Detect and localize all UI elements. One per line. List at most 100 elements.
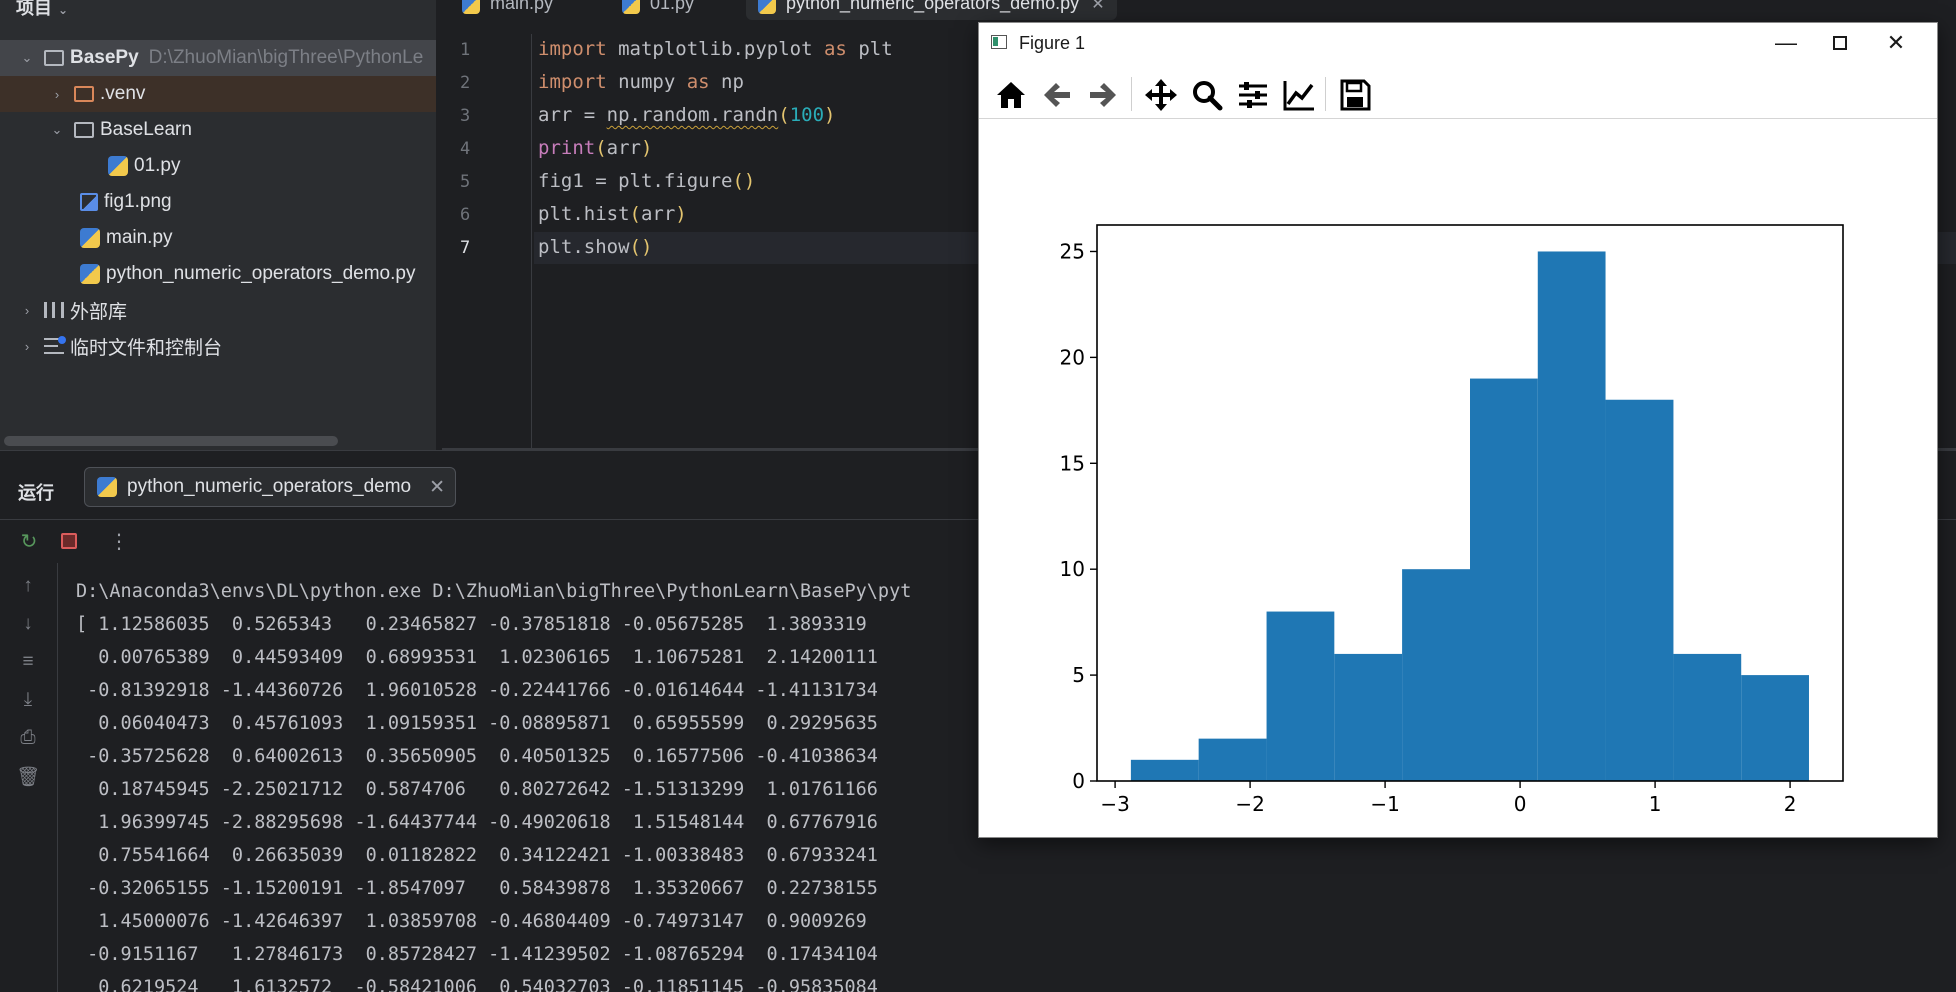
y-tick-label: 15 [1060, 451, 1085, 475]
maximize-button[interactable] [1815, 27, 1865, 59]
folder-icon [74, 122, 94, 138]
trash-icon[interactable]: 🗑 [16, 765, 40, 789]
code-token: plt [846, 38, 893, 60]
close-icon[interactable]: ✕ [1091, 0, 1104, 14]
console-line: 0.06040473 0.45761093 1.09159351 -0.0889… [76, 713, 878, 734]
tab-label: main.py [490, 0, 554, 13]
pan-icon[interactable] [1143, 77, 1179, 113]
x-tick-label: −1 [1370, 792, 1399, 816]
run-config-tab[interactable]: python_numeric_operators_demo ✕ [84, 467, 456, 507]
code-token: 100 [789, 104, 825, 126]
minimize-button[interactable]: — [1761, 27, 1811, 59]
close-icon[interactable]: ✕ [429, 476, 445, 499]
console-line: -0.81392918 -1.44360726 1.96010528 -0.22… [76, 680, 878, 701]
tab-01-py[interactable]: 01.py [622, 0, 694, 20]
code-line[interactable]: plt.show() [538, 236, 652, 258]
tree-item-mainpy[interactable]: main.py [0, 220, 436, 256]
python-file-icon [758, 0, 776, 14]
tab-main-py[interactable]: main.py [462, 0, 553, 20]
x-tick-label: 0 [1514, 792, 1527, 816]
horizontal-scrollbar[interactable] [4, 436, 338, 446]
zoom-icon[interactable] [1189, 77, 1225, 113]
arrow-down-icon[interactable]: ↓ [16, 613, 40, 637]
code-token: np [709, 71, 744, 93]
project-header[interactable]: 项目 ⌄ [16, 0, 68, 20]
y-tick-label: 25 [1060, 239, 1085, 263]
tree-item-baselearn[interactable]: ⌄ BaseLearn [0, 112, 436, 148]
soft-wrap-icon[interactable]: ≡ [16, 651, 40, 675]
save-icon[interactable] [1337, 77, 1373, 113]
configure-subplots-icon[interactable] [1235, 77, 1271, 113]
code-token: ( [595, 137, 607, 159]
console-line: [ 1.12586035 0.5265343 0.23465827 -0.378… [76, 614, 867, 635]
project-panel: 项目 ⌄ ⌄ BasePy D:\ZhuoMian\bigThree\Python… [0, 0, 436, 450]
line-number: 6 [460, 205, 471, 225]
code-token: () [629, 236, 653, 258]
code-token: ) [640, 137, 653, 159]
forward-icon[interactable] [1085, 77, 1121, 113]
run-panel-title: 运行 [18, 483, 54, 503]
line-number: 5 [460, 172, 471, 192]
tree-item-external-libraries[interactable]: › 外部库 [0, 292, 436, 328]
arrow-up-icon[interactable]: ↑ [16, 575, 40, 599]
code-line[interactable]: plt.hist(arr) [538, 203, 687, 225]
code-line[interactable]: import matplotlib.pyplot as plt [538, 38, 893, 60]
console-line: 0.75541664 0.26635039 0.01182822 0.34122… [76, 845, 878, 866]
tree-item-label: fig1.png [104, 191, 172, 212]
tree-item-01py[interactable]: 01.py [0, 148, 436, 184]
more-options-icon[interactable]: ⋮ [108, 530, 130, 553]
y-tick-label: 20 [1060, 345, 1085, 369]
code-token: matplotlib.pyplot [606, 38, 824, 60]
y-tick-label: 0 [1072, 769, 1085, 793]
image-file-icon [80, 193, 98, 211]
tree-item-label: 临时文件和控制台 [70, 337, 223, 359]
code-token: print [538, 137, 596, 159]
console-line: 1.45000076 -1.42646397 1.03859708 -0.468… [76, 911, 867, 932]
scroll-to-end-icon[interactable]: ⤓ [16, 689, 40, 713]
scratches-console-icon [44, 336, 66, 354]
code-token: arr [640, 203, 676, 225]
figure-window[interactable]: Figure 1 — ✕ −3 −2 −1 0 1 2 0 5 10 15 20… [978, 22, 1938, 838]
x-tick-label: −3 [1100, 792, 1129, 816]
python-file-icon [108, 156, 128, 176]
code-line[interactable]: import numpy as np [538, 71, 744, 93]
code-token: numpy [606, 71, 687, 93]
code-token: ( [778, 104, 790, 126]
line-number: 1 [460, 40, 471, 60]
code-token: ) [675, 203, 687, 225]
tab-python-numeric-operators-demo[interactable]: python_numeric_operators_demo.py ✕ [746, 0, 1117, 20]
histogram-bar [1402, 569, 1470, 781]
chevron-down-icon[interactable]: ⌄ [48, 122, 66, 138]
tree-item-label: 外部库 [70, 301, 128, 323]
back-icon[interactable] [1039, 77, 1075, 113]
code-token: as [823, 38, 847, 60]
tree-item-venv[interactable]: › .venv [0, 76, 436, 112]
tree-item-fig1png[interactable]: fig1.png [0, 184, 436, 220]
python-file-icon [97, 477, 117, 497]
chevron-right-icon[interactable]: › [18, 339, 36, 354]
chevron-down-icon[interactable]: ⌄ [18, 50, 36, 66]
tree-item-scratches[interactable]: › 临时文件和控制台 [0, 328, 436, 364]
console-line: 0.00765389 0.44593409 0.68993531 1.02306… [76, 647, 878, 668]
close-button[interactable]: ✕ [1871, 27, 1921, 59]
console-line: -0.9151167 1.27846173 0.85728427 -1.4123… [76, 944, 878, 965]
rerun-icon[interactable]: ↻ [18, 530, 40, 553]
code-line[interactable]: fig1 = plt.figure() [538, 170, 755, 192]
python-file-icon [622, 0, 640, 14]
histogram-bar [1130, 759, 1199, 781]
chevron-right-icon[interactable]: › [18, 303, 36, 318]
tree-item-demo-py[interactable]: python_numeric_operators_demo.py [0, 256, 436, 292]
print-icon[interactable]: ⎙ [16, 727, 40, 751]
chevron-right-icon[interactable]: › [48, 87, 66, 102]
figure-canvas[interactable]: −3 −2 −1 0 1 2 0 5 10 15 20 25 [979, 119, 1937, 837]
figure-window-title: Figure 1 [1019, 33, 1086, 53]
home-icon[interactable] [993, 77, 1029, 113]
edit-axis-icon[interactable] [1281, 77, 1317, 113]
tree-item-label: 01.py [134, 155, 181, 176]
code-line[interactable]: print(arr) [538, 137, 652, 159]
figure-titlebar[interactable]: Figure 1 — ✕ [979, 23, 1937, 63]
stop-button[interactable] [58, 530, 80, 552]
tree-item-basepy[interactable]: ⌄ BasePy D:\ZhuoMian\bigThree\PythonLe [0, 40, 436, 76]
histogram-bar [1334, 653, 1403, 781]
code-line[interactable]: arr = np.random.randn(100) [538, 104, 835, 126]
